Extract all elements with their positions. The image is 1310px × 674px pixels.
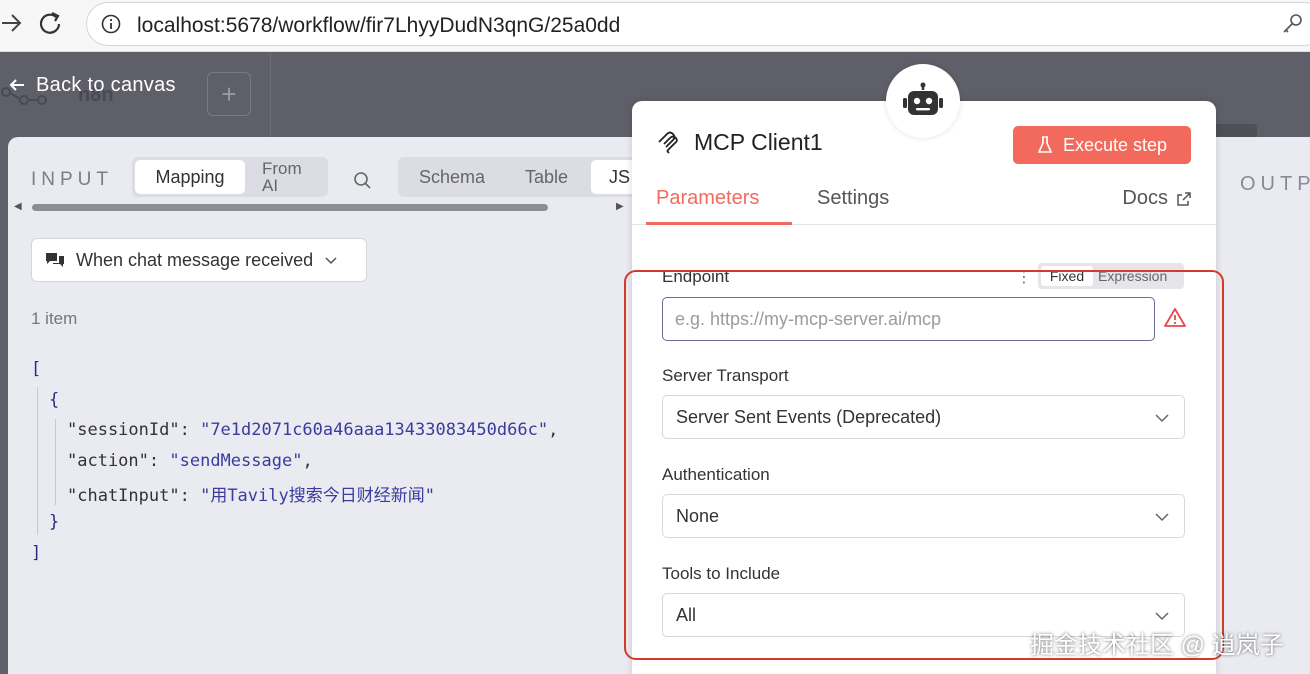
add-node-button[interactable]: +: [207, 72, 251, 116]
json-close-bracket: ]: [31, 543, 42, 563]
node-type-badge: [886, 64, 960, 138]
from-ai-label-line2: AI: [262, 176, 279, 195]
tab-table[interactable]: Table: [525, 160, 568, 194]
json-indent-guide: [37, 387, 38, 535]
json-value: "7e1d2071c60a46aaa13433083450d66c": [200, 420, 549, 440]
chevron-down-icon: [1155, 513, 1169, 522]
tools-to-include-label: Tools to Include: [662, 564, 781, 583]
json-key: "chatInput": [67, 486, 180, 506]
back-to-canvas-link[interactable]: Back to canvas: [8, 70, 176, 100]
scrollbar-thumb[interactable]: [32, 204, 548, 211]
tools-to-include-value: All: [676, 605, 697, 625]
warning-icon: [1164, 307, 1186, 329]
execute-step-label: Execute step: [1062, 134, 1168, 155]
authentication-label: Authentication: [662, 465, 770, 484]
output-panel: [1216, 137, 1310, 674]
json-key: "action": [67, 451, 149, 471]
json-open-brace: {: [49, 390, 60, 410]
mode-fixed[interactable]: Fixed: [1041, 266, 1093, 286]
mcp-icon: [658, 131, 678, 154]
chevron-down-icon: [325, 257, 337, 265]
forward-arrow-icon[interactable]: [0, 8, 24, 38]
chevron-down-icon: [1155, 414, 1169, 423]
output-panel-title: OUTP: [1240, 173, 1310, 195]
server-transport-select[interactable]: Server Sent Events (Deprecated): [662, 395, 1185, 439]
mapping-tab[interactable]: Mapping: [135, 160, 245, 194]
arrow-left-icon: [9, 79, 24, 91]
chevron-down-icon: [1155, 612, 1169, 621]
json-indent-guide: [55, 419, 56, 505]
node-parameters-panel: MCP Client1 Execute step Parameters Sett…: [632, 101, 1216, 674]
from-ai-tab[interactable]: From AI: [262, 160, 322, 194]
back-to-canvas-label: Back to canvas: [36, 73, 176, 96]
address-bar[interactable]: localhost:5678/workflow/fir7LhyyDudN3qnG…: [86, 2, 1310, 46]
from-ai-label-line1: From: [262, 159, 302, 178]
json-row[interactable]: "sessionId": "7e1d2071c60a46aaa134330834…: [67, 420, 558, 440]
scroll-right-icon[interactable]: ▶: [616, 201, 624, 212]
node-tabs: Parameters Settings Docs: [632, 183, 1216, 225]
options-menu-icon[interactable]: ⋮: [1016, 267, 1032, 287]
server-transport-value: Server Sent Events (Deprecated): [676, 407, 942, 427]
docs-label: Docs: [1122, 187, 1168, 209]
tab-schema[interactable]: Schema: [419, 160, 485, 194]
server-transport-label: Server Transport: [662, 366, 789, 385]
robot-icon: [903, 82, 943, 115]
json-open-bracket: [: [31, 359, 42, 379]
mapping-mode-toggle: Mapping From AI: [132, 157, 328, 197]
input-panel: INPUT Mapping From AI Schema Table JS ◀ …: [8, 137, 648, 674]
input-node-select-value: When chat message received: [76, 249, 314, 270]
tab-settings[interactable]: Settings: [817, 187, 889, 210]
reload-icon[interactable]: [34, 8, 66, 40]
endpoint-input[interactable]: e.g. https://my-mcp-server.ai/mcp: [662, 297, 1155, 341]
json-close-brace: }: [49, 512, 60, 532]
key-icon[interactable]: [1281, 13, 1303, 35]
authentication-select[interactable]: None: [662, 494, 1185, 538]
node-title[interactable]: MCP Client1: [656, 129, 823, 156]
url-text: localhost:5678/workflow/fir7LhyyDudN3qnG…: [137, 14, 621, 37]
item-count: 1 item: [31, 309, 78, 328]
external-link-icon: [1177, 191, 1191, 206]
search-icon[interactable]: [352, 170, 374, 192]
docs-link[interactable]: Docs: [1122, 187, 1192, 210]
display-mode-tabs: Schema Table JS: [398, 157, 648, 197]
json-value: "sendMessage": [169, 451, 303, 471]
execute-step-button[interactable]: Execute step: [1013, 126, 1191, 164]
horizontal-scrollbar[interactable]: ◀ ▶: [12, 201, 624, 213]
node-title-text: MCP Client1: [694, 129, 823, 155]
json-value: "用Tavily搜索今日财经新闻": [200, 486, 435, 506]
input-panel-title: INPUT: [31, 169, 113, 190]
active-tab-underline: [646, 222, 792, 225]
scroll-left-icon[interactable]: ◀: [14, 201, 22, 212]
json-key: "sessionId": [67, 420, 180, 440]
mode-expression[interactable]: Expression: [1098, 266, 1167, 286]
json-row[interactable]: "action": "sendMessage",: [67, 451, 313, 471]
site-info-icon[interactable]: [101, 14, 121, 34]
watermark: 掘金技术社区 @ 逍岚子: [1030, 632, 1284, 659]
input-node-select[interactable]: When chat message received: [31, 238, 367, 282]
browser-toolbar: localhost:5678/workflow/fir7LhyyDudN3qnG…: [0, 0, 1310, 52]
tab-parameters[interactable]: Parameters: [656, 187, 759, 210]
json-row[interactable]: "chatInput": "用Tavily搜索今日财经新闻": [67, 481, 435, 506]
endpoint-label: Endpoint: [662, 267, 730, 286]
authentication-value: None: [676, 506, 720, 526]
flask-icon: [1037, 136, 1053, 153]
canvas-divider: [270, 52, 271, 142]
fixed-expression-toggle: Fixed Expression: [1038, 263, 1184, 289]
chat-icon: [46, 253, 64, 267]
